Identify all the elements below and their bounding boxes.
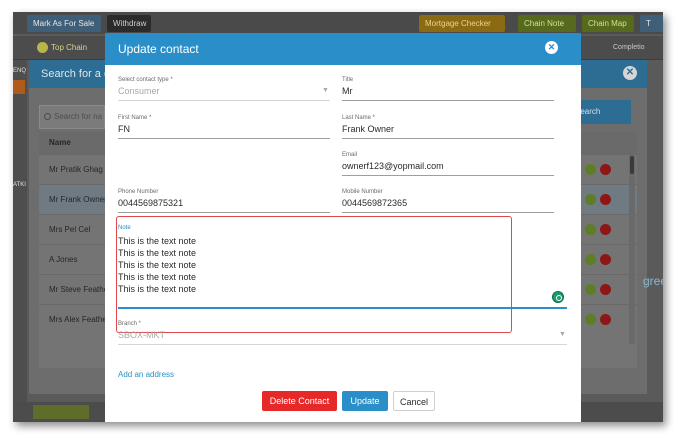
dialog-body: Select contact type * Consumer ▼ Title M… <box>105 65 581 422</box>
note-label: Note <box>118 225 131 231</box>
first-name-label: First Name * <box>118 115 152 121</box>
row-name: Mr Steve Feathe <box>49 285 109 294</box>
note-line: This is the text note <box>118 272 197 282</box>
title-value: Mr <box>342 86 353 96</box>
mobile-value: 0044569872365 <box>342 198 408 208</box>
row-name: Mr Frank Owner <box>49 195 107 204</box>
phone-label: Phone Number <box>118 189 159 195</box>
top-toolbar: Mark As For Sale Withdraw Mortgage Check… <box>13 12 663 34</box>
edit-icon[interactable] <box>585 314 596 325</box>
panel-title: Search for a c <box>41 68 110 80</box>
row-name: Mr Pratik Ghag <box>49 165 103 174</box>
title-label: Title <box>342 77 354 83</box>
panel-search-input[interactable]: Search for na <box>39 105 105 129</box>
chevron-down-icon: ▼ <box>322 87 329 94</box>
grid-scrollbar[interactable] <box>629 154 635 344</box>
left-column: ENQ ATKI <box>13 60 27 422</box>
contact-type-label: Select contact type * <box>118 77 173 83</box>
left-column-badge <box>13 80 25 94</box>
edit-icon[interactable] <box>585 284 596 295</box>
last-name-value: Frank Owner <box>342 124 395 134</box>
mortgage-checker-button[interactable]: Mortgage Checker <box>419 15 505 32</box>
contact-type-value: Consumer <box>118 86 160 96</box>
chain-note-button[interactable]: Chain Note <box>518 15 576 32</box>
dialog-header: Update contact ✕ <box>105 33 581 65</box>
row-name: Mrs Alex Feathe <box>49 315 107 324</box>
left-column-label: ENQ <box>13 68 27 74</box>
row-name: A Jones <box>49 255 78 264</box>
panel-close-icon[interactable]: ✕ <box>623 66 637 80</box>
delete-icon[interactable] <box>600 194 611 205</box>
chain-map-button[interactable]: Chain Map <box>582 15 634 32</box>
dialog-title: Update contact <box>118 42 199 56</box>
panel-search-placeholder: Search for na <box>54 112 103 121</box>
bottom-action-button[interactable] <box>33 405 89 419</box>
delete-icon[interactable] <box>600 314 611 325</box>
delete-icon[interactable] <box>600 164 611 175</box>
note-underline <box>118 307 567 309</box>
edit-icon[interactable] <box>585 224 596 235</box>
note-line: This is the text note <box>118 236 197 246</box>
grammarly-icon[interactable] <box>552 291 564 303</box>
edit-icon[interactable] <box>585 254 596 265</box>
delete-icon[interactable] <box>600 254 611 265</box>
phone-value: 0044569875321 <box>118 198 184 208</box>
toolbar-extra-button[interactable]: T <box>640 15 663 32</box>
app-window: Mark As For Sale Withdraw Mortgage Check… <box>13 12 663 422</box>
branch-label: Branch * <box>118 321 142 327</box>
branch-value: SBOX-MKT <box>118 330 166 340</box>
search-icon <box>44 113 51 120</box>
top-chain-label[interactable]: Top Chain <box>51 43 87 52</box>
note-line: This is the text note <box>118 284 197 294</box>
last-name-label: Last Name * <box>342 115 376 121</box>
chain-icon <box>37 42 48 53</box>
completion-label: Completio <box>613 44 645 51</box>
close-icon[interactable]: ✕ <box>545 41 558 54</box>
grid-scrollbar-thumb[interactable] <box>630 156 634 174</box>
delete-contact-button[interactable]: Delete Contact <box>262 391 337 411</box>
add-address-link[interactable]: Add an address <box>118 370 174 379</box>
update-button[interactable]: Update <box>342 391 388 411</box>
left-column-label-2: ATKI <box>13 182 26 188</box>
note-line: This is the text note <box>118 260 197 270</box>
cancel-button[interactable]: Cancel <box>393 391 435 411</box>
mark-for-sale-button[interactable]: Mark As For Sale <box>27 15 101 32</box>
mobile-label: Mobile Number <box>342 189 383 195</box>
delete-icon[interactable] <box>600 284 611 295</box>
email-label: Email <box>342 152 358 158</box>
edit-icon[interactable] <box>585 194 596 205</box>
edit-icon[interactable] <box>585 164 596 175</box>
delete-icon[interactable] <box>600 224 611 235</box>
note-textarea[interactable]: This is the text note This is the text n… <box>118 235 196 295</box>
email-value: ownerf123@yopmail.com <box>342 161 444 171</box>
note-line: This is the text note <box>118 248 197 258</box>
withdraw-button[interactable]: Withdraw <box>107 15 151 32</box>
first-name-value: FN <box>118 124 130 134</box>
update-contact-dialog: Update contact ✕ Select contact type * C… <box>105 33 581 422</box>
row-name: Mrs Pel Cel <box>49 225 91 234</box>
side-right-label: gree <box>643 274 663 288</box>
chevron-down-icon: ▼ <box>559 331 566 338</box>
